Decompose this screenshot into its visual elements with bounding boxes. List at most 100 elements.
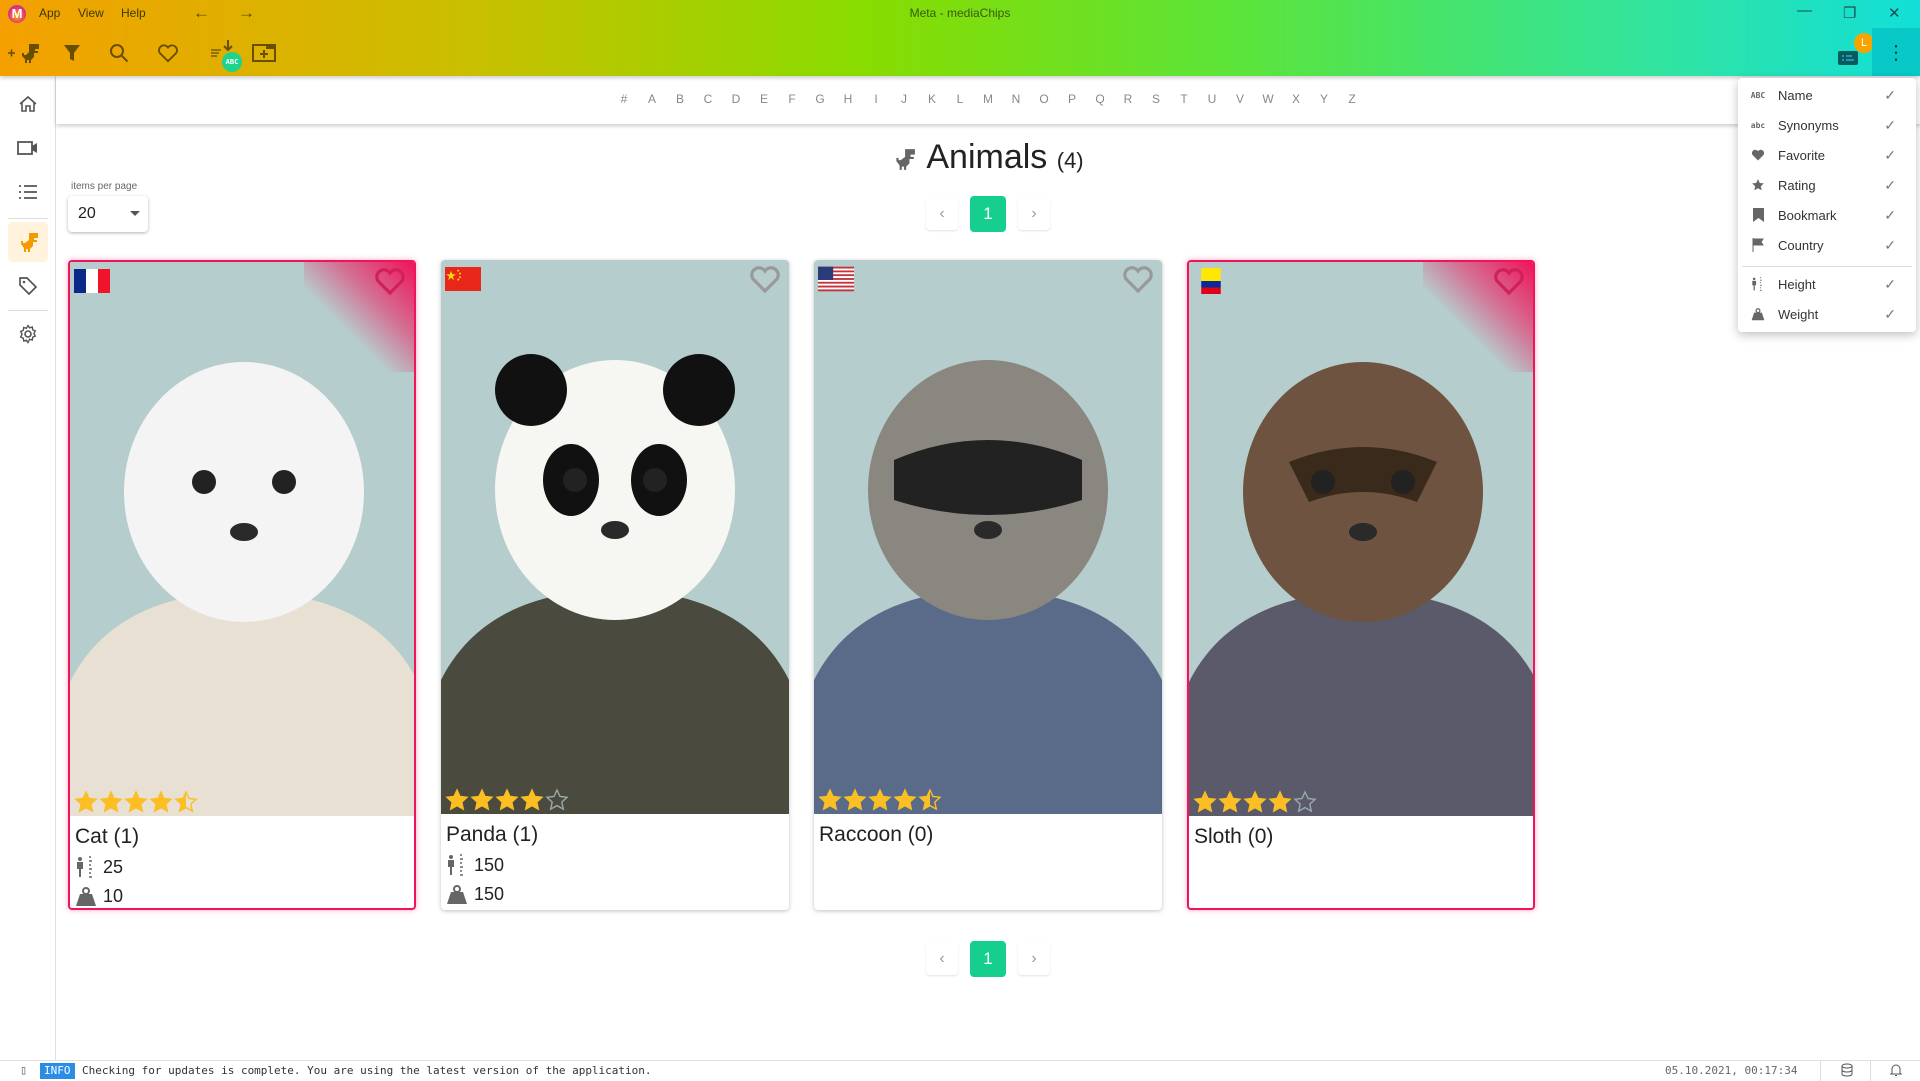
rating-star-icon[interactable]: [1293, 790, 1317, 814]
card-title[interactable]: Panda (1): [446, 823, 538, 847]
card-image[interactable]: [441, 260, 789, 814]
prev-page-button[interactable]: ‹: [926, 198, 958, 230]
alphabet-letter[interactable]: X: [1282, 92, 1310, 106]
rating-star-icon[interactable]: [149, 790, 173, 814]
sidebar-item-videos[interactable]: [8, 128, 48, 168]
menu-item-weight[interactable]: Weight ✓: [1738, 299, 1916, 329]
card-title[interactable]: Cat (1): [75, 825, 139, 849]
alphabet-letter[interactable]: O: [1030, 92, 1058, 106]
menu-item-name[interactable]: ABC Name ✓: [1738, 80, 1916, 110]
alphabet-letter[interactable]: R: [1114, 92, 1142, 106]
search-button[interactable]: [107, 38, 131, 68]
rating-star-icon[interactable]: [174, 790, 198, 814]
alphabet-letter[interactable]: Y: [1310, 92, 1338, 106]
rating-star-icon[interactable]: [520, 788, 544, 812]
sidebar-item-tags[interactable]: [8, 266, 48, 306]
database-icon[interactable]: [1841, 1063, 1853, 1080]
animal-card[interactable]: Panda (1) 150 150: [441, 260, 789, 910]
alphabet-letter[interactable]: P: [1058, 92, 1086, 106]
rating-stars[interactable]: [818, 788, 942, 812]
alphabet-letter[interactable]: H: [834, 92, 862, 106]
alphabet-letter[interactable]: N: [1002, 92, 1030, 106]
favorite-heart-icon[interactable]: [374, 266, 406, 301]
log-icon[interactable]: ▯: [20, 1063, 27, 1077]
alphabet-letter[interactable]: F: [778, 92, 806, 106]
animal-card[interactable]: Raccoon (0): [814, 260, 1162, 910]
prev-page-button[interactable]: ‹: [926, 943, 958, 975]
alphabet-letter[interactable]: I: [862, 92, 890, 106]
close-button[interactable]: ✕: [1888, 4, 1901, 22]
rating-star-icon[interactable]: [818, 788, 842, 812]
menu-item-height[interactable]: Height ✓: [1738, 269, 1916, 299]
rating-star-icon[interactable]: [893, 788, 917, 812]
favorite-heart-icon[interactable]: [749, 264, 781, 299]
alphabet-letter[interactable]: V: [1226, 92, 1254, 106]
menu-item-bookmark[interactable]: Bookmark ✓: [1738, 200, 1916, 230]
alphabet-letter[interactable]: #: [610, 92, 638, 106]
rating-stars[interactable]: [445, 788, 569, 812]
menu-item-country[interactable]: Country ✓: [1738, 230, 1916, 260]
restore-button[interactable]: ❐: [1843, 4, 1856, 22]
filter-button[interactable]: [60, 38, 84, 68]
alphabet-letter[interactable]: D: [722, 92, 750, 106]
sidebar-item-home[interactable]: [8, 84, 48, 124]
alphabet-letter[interactable]: Z: [1338, 92, 1366, 106]
card-image[interactable]: [814, 260, 1162, 814]
menu-item-synonyms[interactable]: abc Synonyms ✓: [1738, 110, 1916, 140]
alphabet-letter[interactable]: L: [946, 92, 974, 106]
rating-star-icon[interactable]: [1268, 790, 1292, 814]
rating-star-icon[interactable]: [843, 788, 867, 812]
rating-star-icon[interactable]: [470, 788, 494, 812]
next-page-button[interactable]: ›: [1018, 943, 1050, 975]
rating-star-icon[interactable]: [1218, 790, 1242, 814]
rating-star-icon[interactable]: [1243, 790, 1267, 814]
favorite-heart-icon[interactable]: [1122, 264, 1154, 299]
rating-star-icon[interactable]: [545, 788, 569, 812]
sidebar-item-settings[interactable]: [8, 314, 48, 354]
alphabet-letter[interactable]: C: [694, 92, 722, 106]
animal-card[interactable]: Cat (1) 25 10: [68, 260, 416, 910]
alphabet-letter[interactable]: G: [806, 92, 834, 106]
next-page-button[interactable]: ›: [1018, 198, 1050, 230]
alphabet-letter[interactable]: J: [890, 92, 918, 106]
rating-stars[interactable]: [74, 790, 198, 814]
menu-item-favorite[interactable]: Favorite ✓: [1738, 140, 1916, 170]
favorite-heart-icon[interactable]: [1493, 266, 1525, 301]
alphabet-letter[interactable]: M: [974, 92, 1002, 106]
bell-icon[interactable]: [1889, 1063, 1903, 1080]
alphabet-letter[interactable]: K: [918, 92, 946, 106]
rating-star-icon[interactable]: [868, 788, 892, 812]
rating-star-icon[interactable]: [99, 790, 123, 814]
add-folder-button[interactable]: [251, 38, 277, 68]
rating-star-icon[interactable]: [1193, 790, 1217, 814]
alphabet-letter[interactable]: B: [666, 92, 694, 106]
sort-button[interactable]: ABC: [206, 38, 246, 76]
alphabet-letter[interactable]: U: [1198, 92, 1226, 106]
page-button-current[interactable]: 1: [970, 196, 1006, 232]
sidebar-item-lists[interactable]: [8, 172, 48, 212]
rating-star-icon[interactable]: [495, 788, 519, 812]
minimize-button[interactable]: —: [1797, 2, 1812, 19]
rating-star-icon[interactable]: [445, 788, 469, 812]
alphabet-letter[interactable]: Q: [1086, 92, 1114, 106]
add-meta-button[interactable]: [6, 38, 42, 68]
rating-star-icon[interactable]: [74, 790, 98, 814]
menu-item-rating[interactable]: Rating ✓: [1738, 170, 1916, 200]
sidebar-item-animals[interactable]: [8, 222, 48, 262]
rating-star-icon[interactable]: [124, 790, 148, 814]
page-button-current[interactable]: 1: [970, 941, 1006, 977]
card-image[interactable]: [1189, 262, 1533, 816]
card-title[interactable]: Raccoon (0): [819, 823, 933, 847]
alphabet-letter[interactable]: S: [1142, 92, 1170, 106]
favorites-button[interactable]: [155, 38, 181, 68]
alphabet-letter[interactable]: W: [1254, 92, 1282, 106]
more-options-button[interactable]: ⋮: [1872, 28, 1920, 76]
rating-stars[interactable]: [1193, 790, 1317, 814]
card-image[interactable]: [70, 262, 414, 816]
card-title[interactable]: Sloth (0): [1194, 825, 1273, 849]
alphabet-letter[interactable]: A: [638, 92, 666, 106]
alphabet-letter[interactable]: E: [750, 92, 778, 106]
animal-card[interactable]: Sloth (0): [1187, 260, 1535, 910]
rating-star-icon[interactable]: [918, 788, 942, 812]
alphabet-letter[interactable]: T: [1170, 92, 1198, 106]
